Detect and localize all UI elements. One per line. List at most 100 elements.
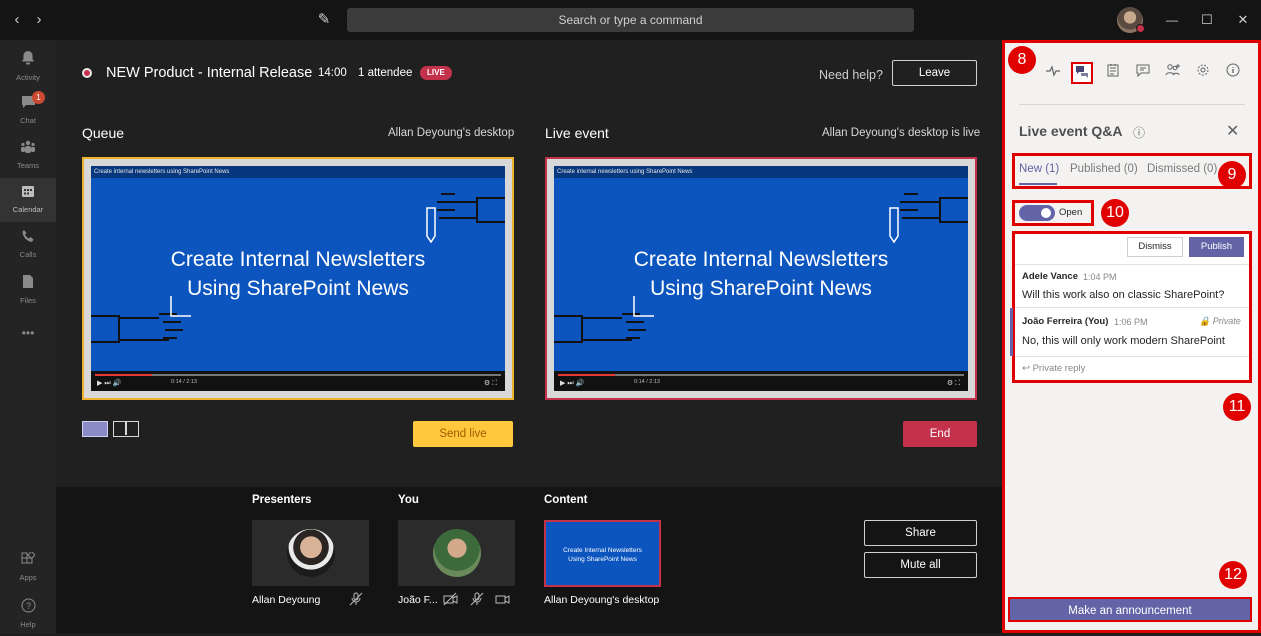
- question-time: 1:04 PM: [1083, 272, 1117, 282]
- reply-time: 1:06 PM: [1114, 317, 1148, 327]
- compose-icon[interactable]: ✎: [316, 12, 332, 28]
- svg-text:?: ?: [25, 601, 30, 611]
- pencil-hand-illustration: [426, 193, 505, 244]
- rail-item-files[interactable]: Files: [0, 268, 56, 312]
- publish-button[interactable]: Publish: [1189, 237, 1244, 257]
- play-icon[interactable]: ▶ ⏭ 🔊: [97, 379, 121, 388]
- camera-off-icon[interactable]: [443, 592, 458, 609]
- you-name: João F...: [398, 594, 438, 606]
- presenter-name: Allan Deyoung: [252, 594, 321, 606]
- close-icon[interactable]: ✕: [1226, 121, 1239, 141]
- status-badge: [1136, 24, 1145, 33]
- rail-item-more[interactable]: •••: [0, 318, 56, 348]
- mic-off-icon[interactable]: [349, 592, 363, 609]
- more-icon: •••: [21, 326, 35, 340]
- minimize-icon[interactable]: —: [1165, 12, 1179, 28]
- presenter-tile[interactable]: [252, 520, 369, 586]
- content-tile[interactable]: Create Internal Newsletters Using SharePo…: [544, 520, 661, 587]
- people-icon[interactable]: [1162, 62, 1184, 84]
- avatar: [433, 529, 481, 577]
- gear-icon[interactable]: [1192, 62, 1214, 84]
- event-title: NEW Product - Internal Release: [106, 65, 313, 81]
- question-author: Adele Vance: [1022, 271, 1078, 282]
- tab-dismissed[interactable]: Dismissed (0): [1147, 163, 1217, 175]
- rail-item-label: Calls: [19, 250, 37, 259]
- end-button[interactable]: End: [903, 421, 977, 447]
- rail-item-apps[interactable]: Apps: [0, 546, 56, 590]
- avatar: [287, 529, 335, 577]
- single-layout-icon[interactable]: [82, 421, 108, 437]
- forward-icon[interactable]: ›: [32, 12, 46, 28]
- close-icon[interactable]: ✕: [1236, 12, 1250, 28]
- notes-icon[interactable]: [1102, 62, 1124, 84]
- video-progress[interactable]: [95, 374, 501, 376]
- event-time: 14:00: [318, 67, 347, 79]
- mute-all-button[interactable]: Mute all: [864, 552, 977, 578]
- private-label: 🔒 Private: [1199, 316, 1241, 326]
- rail-item-calendar[interactable]: Calendar: [0, 178, 56, 222]
- qna-open-toggle[interactable]: [1019, 205, 1055, 221]
- reply-marker: [1010, 308, 1013, 356]
- send-live-button[interactable]: Send live: [413, 421, 513, 447]
- callout-number: 9: [1218, 161, 1246, 189]
- callout-number: 11: [1223, 393, 1251, 421]
- rail-item-calls[interactable]: Calls: [0, 223, 56, 267]
- queue-preview[interactable]: Create internal newsletters using ShareP…: [82, 157, 514, 400]
- rail-item-teams[interactable]: Teams: [0, 134, 56, 178]
- share-button[interactable]: Share: [864, 520, 977, 546]
- rail-item-activity[interactable]: Activity: [0, 44, 56, 88]
- leave-button[interactable]: Leave: [892, 60, 977, 86]
- live-preview[interactable]: Create internal newsletters using ShareP…: [545, 157, 977, 400]
- back-icon[interactable]: ‹: [10, 12, 24, 28]
- rail-item-label: Calendar: [12, 205, 44, 214]
- video-controls: ▶ ⏭ 🔊 0:14 / 2:13 ⚙ ⛶: [554, 371, 968, 391]
- rail-item-label: Teams: [16, 161, 40, 170]
- search-input[interactable]: Search or type a command: [347, 8, 914, 32]
- rail-item-label: Apps: [19, 573, 37, 582]
- queue-source: Allan Deyoung's desktop: [388, 127, 515, 139]
- rail-item-chat[interactable]: Chat 1: [0, 89, 56, 133]
- panel-title: Live event Q&A: [1019, 123, 1123, 139]
- you-tile[interactable]: [398, 520, 515, 586]
- calendar-icon: [0, 184, 56, 203]
- rail-item-help[interactable]: ? Help: [0, 592, 56, 636]
- private-reply-button[interactable]: ↩ Private reply: [1022, 363, 1085, 374]
- video-subheadline: Using SharePoint News: [650, 277, 872, 300]
- help-icon: ?: [0, 598, 56, 618]
- camera-icon[interactable]: [495, 592, 510, 609]
- info-icon[interactable]: ⓘ: [1133, 124, 1145, 141]
- video-controls: ▶ ⏭ 🔊 0:14 / 2:13 ⚙ ⛶: [91, 371, 505, 391]
- reply-text: No, this will only work modern SharePoin…: [1022, 335, 1225, 347]
- info-icon[interactable]: [1222, 62, 1244, 84]
- health-icon[interactable]: [1042, 62, 1064, 84]
- rail-item-label: Activity: [16, 73, 40, 82]
- pencil-hand-illustration: [889, 193, 968, 244]
- content-heading: Content: [544, 494, 588, 506]
- attendee-count: 1 attendee: [358, 67, 413, 79]
- make-announcement-button[interactable]: Make an announcement: [1008, 597, 1252, 622]
- dismiss-button[interactable]: Dismiss: [1127, 237, 1183, 257]
- settings-icon[interactable]: ⚙ ⛶: [484, 379, 497, 388]
- tab-new[interactable]: New (1): [1019, 163, 1059, 175]
- video-screen: Create internal newsletters using ShareP…: [91, 166, 505, 391]
- video-title-bar: Create internal newsletters using ShareP…: [91, 166, 505, 178]
- split-layout-icon[interactable]: [113, 421, 139, 437]
- callout-number: 10: [1101, 199, 1129, 227]
- video-title-bar: Create internal newsletters using ShareP…: [554, 166, 968, 178]
- chat-icon[interactable]: [1132, 62, 1154, 84]
- settings-icon[interactable]: ⚙ ⛶: [947, 379, 960, 388]
- maximize-icon[interactable]: ☐: [1200, 12, 1214, 28]
- play-icon[interactable]: ▶ ⏭ 🔊: [560, 379, 584, 388]
- chat-icon: [0, 95, 56, 114]
- divider: [1015, 356, 1249, 357]
- rail-item-label: Help: [20, 620, 36, 629]
- help-link[interactable]: Need help?: [819, 68, 883, 82]
- mic-off-icon[interactable]: [470, 592, 484, 609]
- qna-icon[interactable]: [1071, 62, 1093, 84]
- question-text: Will this work also on classic SharePoin…: [1022, 289, 1225, 301]
- video-progress[interactable]: [558, 374, 964, 376]
- rail-item-label: Files: [20, 296, 36, 305]
- presenters-heading: Presenters: [252, 494, 312, 506]
- tab-published[interactable]: Published (0): [1070, 163, 1138, 175]
- teams-icon: [0, 140, 56, 159]
